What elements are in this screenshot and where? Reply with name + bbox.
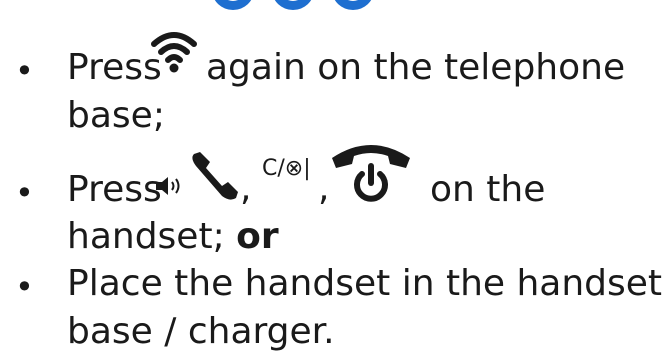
item2-text-post: on the xyxy=(430,169,546,210)
item3-text-line2: base / charger. xyxy=(67,311,335,352)
item1-text-post: again on the telephone xyxy=(206,47,626,88)
heading-glyph xyxy=(272,0,314,10)
heading-glyph xyxy=(212,0,254,10)
clear-key-label: C/⊗| xyxy=(262,156,311,181)
item2-text-handset: handset; xyxy=(67,216,225,257)
bullet: • xyxy=(15,174,34,212)
item2-text-line2: handset; or xyxy=(67,215,279,259)
comma: , xyxy=(240,168,252,209)
manual-page: • Press again on the telephone base; • P… xyxy=(0,0,670,356)
heading-fragment xyxy=(212,0,374,10)
heading-glyph xyxy=(332,0,374,10)
item3-text-line1: Place the handset in the handset xyxy=(67,263,663,304)
wifi-icon xyxy=(151,32,197,73)
bullet: • xyxy=(15,52,34,90)
item1-text-line2: base; xyxy=(67,95,165,136)
end-call-icon xyxy=(332,145,410,202)
item2-text-pre: Press xyxy=(67,169,162,210)
talk-handset-icon xyxy=(192,152,238,200)
item1-text-pre: Press xyxy=(67,47,162,88)
bullet: • xyxy=(15,268,34,306)
item2-text-or: or xyxy=(236,216,279,257)
speaker-icon xyxy=(156,177,180,195)
